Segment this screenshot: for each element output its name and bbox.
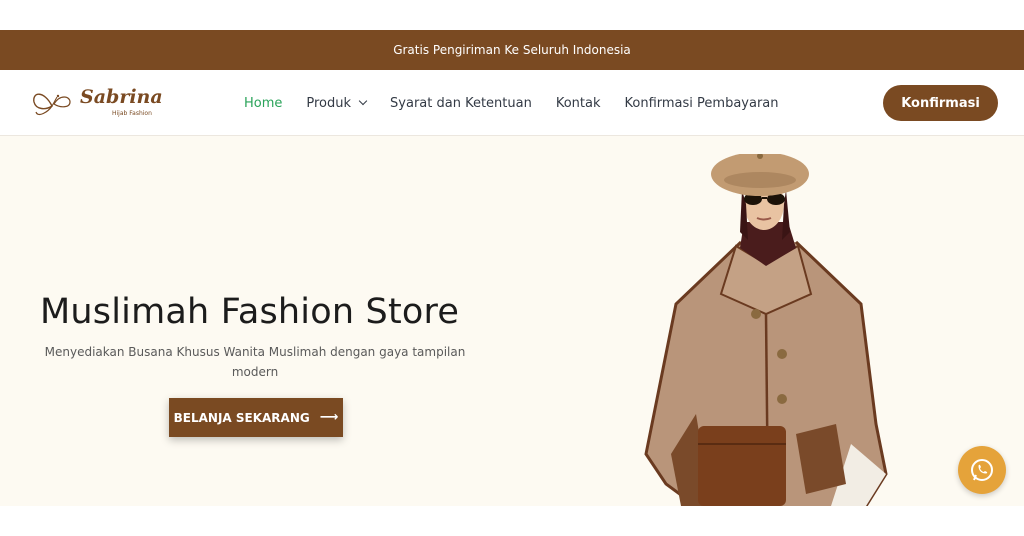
nav-item-label: Produk	[306, 95, 352, 111]
chevron-down-icon	[358, 96, 368, 106]
shop-now-label: BELANJA SEKARANG	[173, 410, 310, 425]
whatsapp-button[interactable]	[958, 446, 1006, 494]
nav-item-syarat-dan-ketentuan[interactable]: Syarat dan Ketentuan	[390, 96, 532, 111]
hero-model-image	[644, 154, 888, 506]
nav-item-label: Kontak	[555, 95, 601, 111]
nav-item-konfirmasi-pembayaran[interactable]: Konfirmasi Pembayaran	[625, 96, 779, 111]
nav-item-kontak[interactable]: Kontak	[556, 96, 601, 111]
hero-title: Muslimah Fashion Store	[40, 292, 460, 332]
main-nav: Home Produk Syarat dan Ketentuan Kontak …	[244, 70, 803, 136]
logo-name: Sabrina	[80, 86, 163, 108]
hero-section: Muslimah Fashion Store Menyediakan Busan…	[0, 136, 1024, 506]
hero-subtitle: Menyediakan Busana Khusus Wanita Muslima…	[44, 345, 466, 379]
nav-item-label: Syarat dan Ketentuan	[390, 95, 532, 111]
site-logo[interactable]: Sabrina Hijab Fashion	[30, 86, 163, 120]
announcement-text: Gratis Pengiriman Ke Seluruh Indonesia	[393, 43, 631, 57]
nav-item-home[interactable]: Home	[244, 96, 282, 111]
nav-item-label: Home	[244, 95, 283, 111]
shop-now-button[interactable]: BELANJA SEKARANG ⟶	[169, 398, 343, 437]
site-header: Sabrina Hijab Fashion Home Produk Syarat…	[0, 70, 1024, 136]
nav-item-label: Konfirmasi Pembayaran	[624, 95, 779, 111]
whatsapp-icon	[971, 459, 993, 481]
logo-tagline: Hijab Fashion	[112, 110, 152, 117]
page: Gratis Pengiriman Ke Seluruh Indonesia S…	[0, 0, 1024, 536]
butterfly-icon	[33, 93, 71, 116]
konfirmasi-button[interactable]: Konfirmasi	[883, 85, 998, 121]
arrow-right-icon: ⟶	[319, 410, 339, 425]
nav-item-produk[interactable]: Produk	[306, 95, 368, 111]
announcement-bar: Gratis Pengiriman Ke Seluruh Indonesia	[0, 30, 1024, 70]
